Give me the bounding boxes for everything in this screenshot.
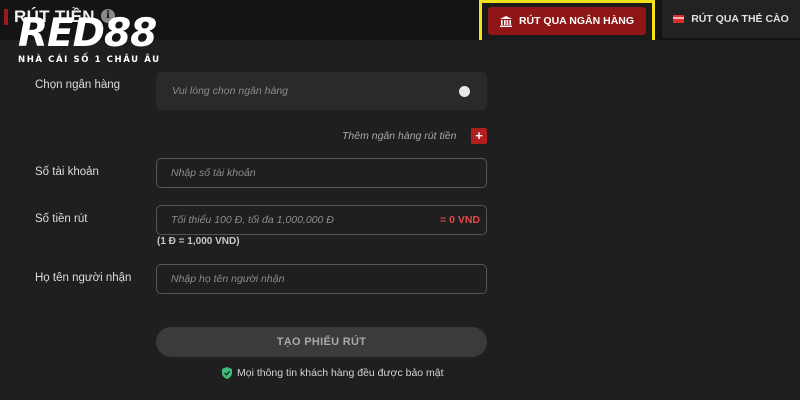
shield-icon [222, 367, 232, 379]
recipient-name-input[interactable]: Nhập họ tên người nhận [156, 264, 487, 294]
tab-bank-highlight: RÚT QUA NGÂN HÀNG [479, 0, 655, 44]
logo-tagline: NHÀ CÁI SỐ 1 CHÂU ÂU [18, 55, 161, 65]
bank-select-label: Chọn ngân hàng [35, 79, 121, 91]
tab-bank-withdraw[interactable]: RÚT QUA NGÂN HÀNG [488, 7, 646, 35]
tab-card-label: RÚT QUA THẺ CÀO [691, 13, 789, 25]
add-bank-link[interactable]: Thêm ngân hàng rút tiền [342, 130, 456, 142]
amount-placeholder: Tối thiểu 100 Đ, tối đa 1,000,000 Đ [171, 214, 334, 226]
bank-select[interactable]: Vui lòng chọn ngân hàng [156, 72, 487, 110]
account-number-placeholder: Nhập số tài khoản [171, 167, 256, 179]
bank-select-placeholder: Vui lòng chọn ngân hàng [172, 85, 288, 97]
security-note: Mọi thông tin khách hàng đều được bảo mậ… [222, 367, 444, 379]
select-indicator-icon [459, 86, 470, 97]
account-number-input[interactable]: Nhập số tài khoản [156, 158, 487, 188]
amount-label: Số tiền rút [35, 213, 88, 225]
exchange-rate-note: (1 Đ = 1,000 VND) [157, 236, 240, 247]
account-number-label: Số tài khoản [35, 166, 99, 178]
recipient-name-placeholder: Nhập họ tên người nhận [171, 273, 285, 285]
security-note-text: Mọi thông tin khách hàng đều được bảo mậ… [237, 367, 444, 379]
recipient-name-label: Họ tên người nhận [35, 272, 132, 284]
create-withdrawal-button[interactable]: TẠO PHIẾU RÚT [156, 327, 487, 357]
tab-bank-label: RÚT QUA NGÂN HÀNG [518, 15, 635, 27]
logo-wordmark: RED88 [18, 11, 157, 56]
brand-logo: RED88 NHÀ CÁI SỐ 1 CHÂU ÂU [18, 11, 161, 66]
amount-converted-value: = 0 VND [440, 214, 480, 226]
bank-icon [499, 15, 512, 27]
amount-input[interactable]: Tối thiểu 100 Đ, tối đa 1,000,000 Đ = 0 … [156, 205, 487, 235]
tab-card-withdraw[interactable]: RÚT QUA THẺ CÀO [662, 0, 800, 38]
card-icon [673, 15, 685, 23]
add-bank-button[interactable]: + [471, 128, 487, 144]
title-accent-bar [4, 9, 8, 25]
